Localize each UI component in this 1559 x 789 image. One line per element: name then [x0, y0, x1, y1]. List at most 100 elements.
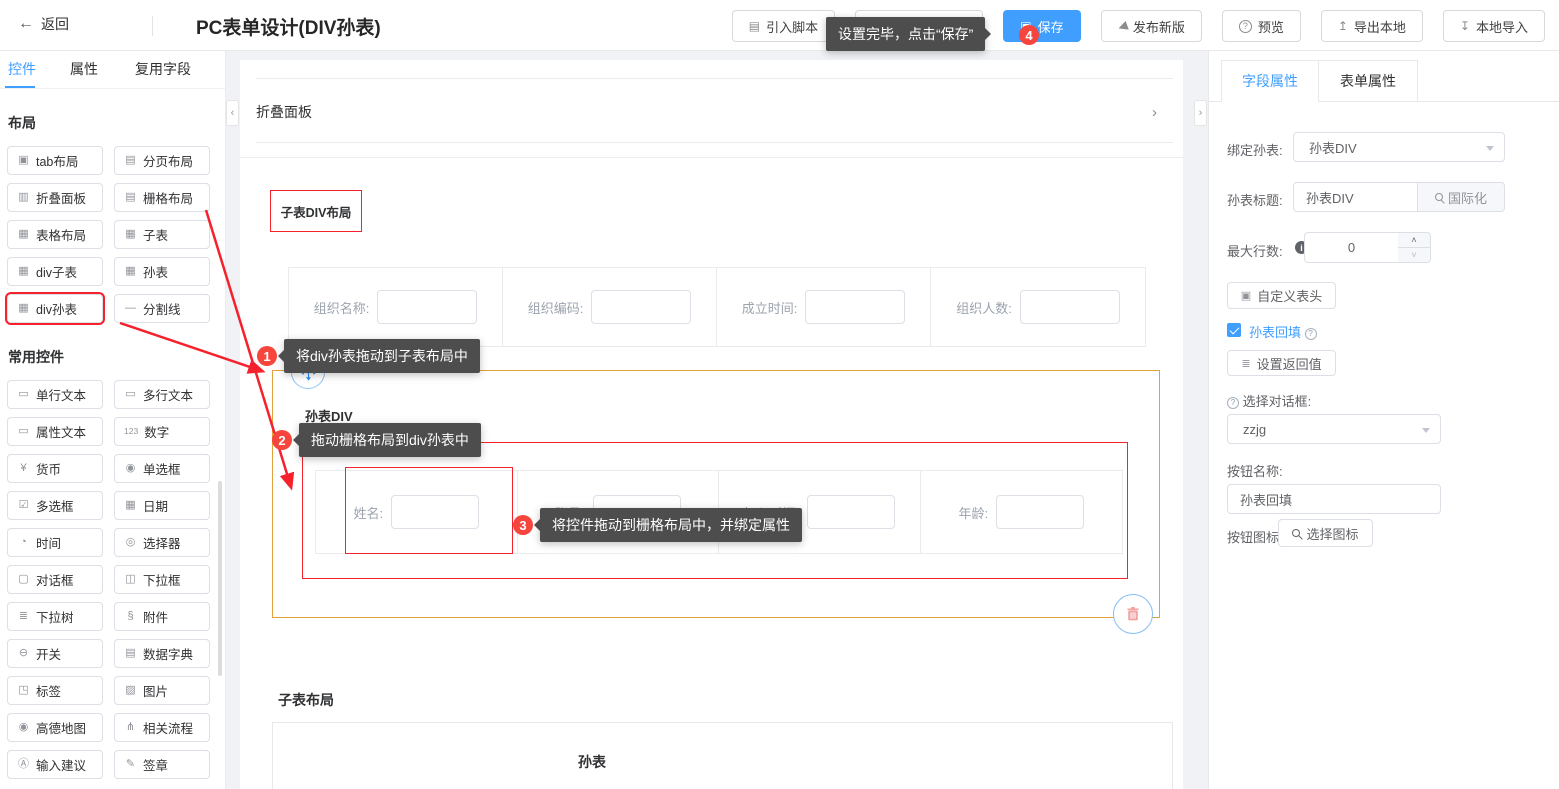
tab-controls[interactable]: 控件 — [8, 59, 36, 79]
org-code-input[interactable] — [591, 290, 692, 324]
button-name-input[interactable] — [1227, 484, 1441, 514]
palette-item-table-layout[interactable]: ▦ 表格布局 — [7, 220, 103, 249]
back-arrow-icon: ← — [18, 15, 34, 32]
palette-item-date[interactable]: ▦ 日期 — [114, 491, 210, 520]
bind-grandtable-select[interactable]: 孙表DIV — [1293, 132, 1505, 162]
join-time-input[interactable] — [807, 495, 896, 529]
select-dialog-select[interactable]: zzjg — [1227, 414, 1441, 444]
export-local-button[interactable]: ↥ 导出本地 — [1320, 10, 1423, 42]
step-tooltip-3: 将控件拖动到栅格布局中，并绑定属性 — [534, 508, 802, 542]
palette-item-selector[interactable]: ◎ 选择器 — [114, 528, 210, 557]
save-button[interactable]: ▣保存 — [1003, 10, 1081, 42]
palette-item-image[interactable]: ▨ 图片 — [114, 676, 210, 705]
palette-item-attr-text[interactable]: ▭ 属性文本 — [7, 417, 103, 446]
bind-grandtable-label: 绑定孙表: — [1227, 143, 1283, 158]
palette-item-div-grandtable[interactable]: ▦ div孙表 — [5, 292, 105, 325]
form-field-cell: 成立时间: — [717, 268, 931, 346]
set-return-value-button[interactable]: ≣ 设置返回值 — [1227, 350, 1336, 376]
grandtable-title-input[interactable] — [1293, 182, 1418, 212]
subtable-div-layout-label[interactable]: 子表DIV布局 — [270, 190, 362, 232]
palette-item-number[interactable]: 123 数字 — [114, 417, 210, 446]
step-tooltip-2: 拖动栅格布局到div孙表中 — [293, 423, 481, 457]
name-input[interactable] — [391, 495, 480, 529]
palette-item-pagination-layout[interactable]: ▤ 分页布局 — [114, 146, 210, 175]
palette-item-input-suggest[interactable]: Ⓐ 输入建议 — [7, 750, 103, 779]
grandtable-title-label: 孙表标题: — [1227, 193, 1283, 208]
org-name-input[interactable] — [377, 290, 478, 324]
palette-item-related-flow[interactable]: ⋔ 相关流程 — [114, 713, 210, 742]
max-rows-input[interactable] — [1304, 232, 1399, 263]
multi-line-text-icon: ▭ — [125, 388, 136, 400]
table-layout-icon: ▦ — [18, 228, 29, 240]
palette-item-divider[interactable]: — 分割线 — [114, 294, 210, 323]
tooltip-text: 拖动栅格布局到div孙表中 — [311, 432, 469, 448]
props-collapse-handle[interactable]: › — [1194, 100, 1207, 126]
palette-item-dialog[interactable]: ▢ 对话框 — [7, 565, 103, 594]
palette-item-checkbox[interactable]: ☑ 多选框 — [7, 491, 103, 520]
palette-item-tab-layout[interactable]: ▣ tab布局 — [7, 146, 103, 175]
palette-item-grandtable[interactable]: ▦ 孙表 — [114, 257, 210, 286]
attachment-icon: § — [127, 610, 134, 622]
org-count-input-label: 组织人数: — [956, 300, 1012, 316]
palette-item-label: 属性文本 — [36, 426, 87, 440]
palette-item-div-subtable[interactable]: ▦ div子表 — [7, 257, 103, 286]
time-icon: ◔ — [20, 536, 27, 548]
age-input[interactable] — [996, 495, 1085, 529]
palette-item-label: 签章 — [143, 759, 169, 773]
preview-button[interactable]: ? 预览 — [1221, 10, 1301, 42]
palette-item-label: 输入建议 — [36, 759, 87, 773]
divider-line — [256, 142, 1173, 143]
palette-item-signature[interactable]: ✎ 签章 — [114, 750, 210, 779]
palette-item-attachment[interactable]: § 附件 — [114, 602, 210, 631]
step-badge-3: 3 — [513, 515, 533, 535]
stepper-down-button[interactable]: ˅ — [1398, 247, 1430, 262]
org-code-input-label: 组织编码: — [527, 300, 584, 316]
back-button[interactable]: ← 返回 — [18, 14, 69, 34]
palette-item-label: 单选框 — [143, 463, 181, 477]
custom-header-button[interactable]: ▣ 自定义表头 — [1227, 282, 1336, 309]
founded-time-input[interactable] — [805, 290, 906, 324]
amap-icon: ◉ — [18, 721, 29, 733]
palette-item-label: 日期 — [143, 500, 169, 514]
sidebar-scrollbar[interactable] — [218, 481, 222, 676]
max-rows-label: 最大行数: — [1227, 244, 1283, 259]
palette-item-label: 栅格布局 — [143, 192, 194, 206]
stepper-up-button[interactable]: ˄ — [1398, 233, 1430, 247]
palette-item-switch[interactable]: ⊖ 开关 — [7, 639, 103, 668]
single-line-text-icon: ▭ — [18, 388, 29, 400]
tab-reuse-fields[interactable]: 复用字段 — [135, 59, 191, 79]
palette-item-label: 分页布局 — [143, 155, 194, 169]
palette-item-single-line-text[interactable]: ▭ 单行文本 — [7, 380, 103, 409]
delete-button[interactable] — [1113, 594, 1153, 634]
import-script-button[interactable]: ▤ 引入脚本 — [731, 10, 836, 42]
palette-item-grid-layout[interactable]: ▤ 栅格布局 — [114, 183, 210, 212]
palette-item-time[interactable]: ◔ 时间 — [7, 528, 103, 557]
chevron-right-icon[interactable]: › — [1152, 104, 1157, 121]
palette-item-dropdown-tree[interactable]: ≣ 下拉树 — [7, 602, 103, 631]
palette-item-data-dict[interactable]: ▤ 数据字典 — [114, 639, 210, 668]
publish-button[interactable]: ◀ 发布新版 — [1100, 10, 1202, 42]
import-local-button[interactable]: ↧ 本地导入 — [1442, 10, 1545, 42]
form-designer-app: ← 返回 PC表单设计(DIV孙表) ▤引入脚本≣表单历史记录▣保存◀发布新版?… — [0, 0, 1559, 789]
tab-attributes[interactable]: 属性 — [70, 59, 98, 79]
palette-item-amap[interactable]: ◉ 高德地图 — [7, 713, 103, 742]
grandtable-backfill-checkbox[interactable] — [1227, 323, 1241, 337]
tab-field-properties[interactable]: 字段属性 — [1221, 60, 1319, 102]
palette-item-multi-line-text[interactable]: ▭ 多行文本 — [114, 380, 210, 409]
choose-icon-button[interactable]: 选择图标 — [1278, 519, 1373, 547]
grid-layout-icon: ▤ — [125, 191, 136, 203]
palette-item-collapse-panel[interactable]: ▥ 折叠面板 — [7, 183, 103, 212]
sidebar-collapse-handle[interactable]: ‹ — [226, 100, 239, 126]
i18n-button[interactable]: 国际化 — [1418, 182, 1505, 212]
palette-item-currency[interactable]: ¥ 货币 — [7, 454, 103, 483]
subtable-layout-container[interactable] — [272, 722, 1173, 789]
org-count-input[interactable] — [1019, 290, 1120, 324]
palette-item-dropdown[interactable]: ◫ 下拉框 — [114, 565, 210, 594]
palette-item-subtable[interactable]: ▦ 子表 — [114, 220, 210, 249]
palette-item-tag[interactable]: ◳ 标签 — [7, 676, 103, 705]
palette-item-label: 开关 — [36, 648, 62, 662]
palette-item-radio[interactable]: ◉ 单选框 — [114, 454, 210, 483]
tab-form-properties[interactable]: 表单属性 — [1318, 60, 1418, 102]
grandtable-backfill-label[interactable]: 孙表回填 ? — [1249, 322, 1317, 341]
palette-item-label: 数据字典 — [143, 648, 194, 662]
